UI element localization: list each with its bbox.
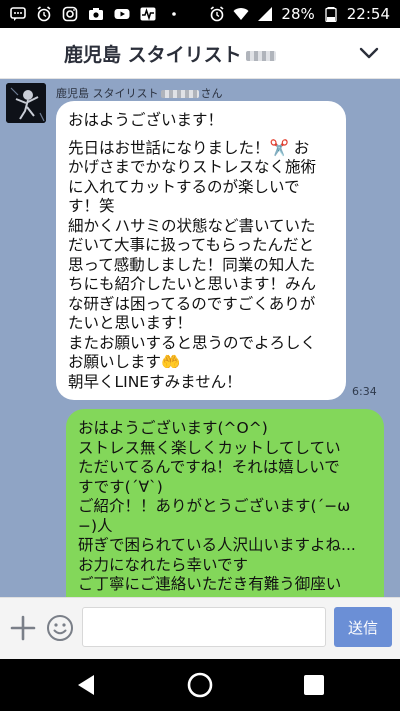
sender-suffix: さん	[200, 87, 223, 100]
sms-icon	[10, 6, 26, 22]
message-line: に入れてカットするのが楽しいで	[68, 177, 300, 196]
message-line: お力になれたら幸いです	[78, 555, 249, 574]
message-line: ちにも紹介したいと思います！みん	[68, 275, 317, 293]
message-paragraph: おはようございます！	[68, 111, 334, 131]
more-dots-icon	[166, 6, 182, 22]
message-line: 思って感動しました！同業の知人た	[68, 255, 316, 274]
redacted-name	[160, 90, 199, 98]
status-icons-left	[10, 0, 182, 28]
message-line: だいて大事に扱ってもらったんだと	[68, 236, 314, 254]
message-line: 先日はお世話になりました！✂️ お	[68, 138, 310, 157]
signal-icon	[257, 6, 273, 22]
navigation-bar	[0, 659, 400, 711]
chat-area[interactable]: 鹿児島 スタイリスト さん おはようございます！ 先日はお世話になりました！✂️ …	[0, 79, 400, 597]
message-input-bar: 送信	[0, 597, 400, 660]
chat-title: 鹿児島 スタイリスト	[64, 40, 276, 67]
message-timestamp: 6:34	[352, 385, 377, 398]
status-bar: 28% 22:54	[0, 0, 400, 28]
message-line: すです(´∀`)	[78, 477, 163, 496]
message-line: ただいてるんですね！それは嬉しいで	[78, 458, 340, 476]
alarm-icon	[209, 6, 225, 22]
alarm-icon	[36, 6, 52, 22]
message-line: たいと思います！	[68, 314, 193, 332]
message-input[interactable]	[82, 607, 326, 647]
message-line: ストレス無く楽しくカットしてしてい	[78, 438, 341, 457]
battery-percent: 28%	[281, 5, 315, 23]
outgoing-message-bubble[interactable]: おはようございます(^O^) ストレス無く楽しくカットしてしてい ただいてるんで…	[66, 409, 384, 597]
incoming-message-bubble[interactable]: おはようございます！ 先日はお世話になりました！✂️ お かげさまでかなりストレ…	[56, 101, 346, 400]
sender-name-text: 鹿児島 スタイリスト	[56, 87, 159, 100]
message-line: す！笑	[68, 197, 115, 215]
status-icons-right: 28% 22:54	[209, 0, 390, 28]
chevron-down-icon[interactable]	[358, 42, 380, 64]
message-line: かげさまでかなりストレスなく施術	[68, 158, 317, 176]
activity-icon	[140, 6, 156, 22]
message-line: −)人	[78, 516, 113, 535]
redacted-name	[245, 50, 276, 61]
message-line: お願いします🤲	[68, 353, 181, 371]
message-line: 朝早くLINEすみません！	[68, 372, 242, 391]
message-line: な研ぎは困ってるのですごくありが	[68, 294, 316, 313]
avatar[interactable]	[6, 83, 46, 123]
message-line: おはようございます！	[68, 111, 224, 129]
message-line: 細かくハサミの状態など書いていた	[68, 216, 316, 235]
sender-name: 鹿児島 スタイリスト さん	[56, 85, 223, 101]
camera-icon	[88, 6, 104, 22]
send-button[interactable]: 送信	[334, 607, 392, 647]
chat-title-text: 鹿児島 スタイリスト	[64, 44, 242, 66]
message-line: ご丁寧にご連絡いただき有難う御座い	[78, 575, 342, 593]
message-line: おはようございます(^O^)	[78, 419, 268, 437]
message-line: 研ぎで困られている人沢山いますよね...	[78, 536, 356, 554]
emoji-icon[interactable]	[46, 614, 74, 642]
instagram-icon	[62, 6, 78, 22]
recent-apps-icon[interactable]	[300, 671, 328, 699]
back-icon[interactable]	[72, 671, 100, 699]
battery-icon	[323, 6, 339, 22]
home-icon[interactable]	[186, 671, 214, 699]
message-line: ご紹介！！ありがとうございます(´−ω	[78, 497, 351, 515]
message-paragraph: 先日はお世話になりました！✂️ お かげさまでかなりストレスなく施術 に入れてカ…	[68, 139, 334, 393]
plus-icon[interactable]	[10, 615, 36, 641]
clock: 22:54	[346, 5, 390, 23]
chat-header: 鹿児島 スタイリスト	[0, 28, 400, 79]
youtube-icon	[114, 6, 130, 22]
message-line: またお願いすると思うのでよろしく	[68, 333, 317, 352]
wifi-icon	[233, 6, 249, 22]
